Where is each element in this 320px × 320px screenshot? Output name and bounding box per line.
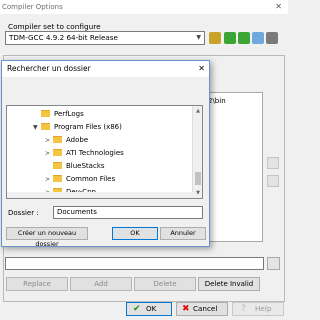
- chevron-down-icon: ▼: [33, 124, 38, 131]
- rename-icon[interactable]: [252, 32, 264, 44]
- new-folder-button[interactable]: Créer un nouveau dossier: [6, 227, 88, 248]
- help-icon: ?: [241, 304, 246, 314]
- folder-icon: [53, 162, 62, 169]
- move-down-button[interactable]: [267, 175, 279, 187]
- folder-icon: [53, 136, 62, 143]
- help-button: ? Help: [232, 302, 284, 316]
- folder-icon: [53, 175, 62, 182]
- browse-folder-icon[interactable]: [267, 257, 280, 270]
- tree-item[interactable]: > Common Files: [45, 173, 115, 185]
- delete-button[interactable]: Delete: [134, 277, 196, 291]
- move-up-button[interactable]: [267, 157, 279, 169]
- scroll-up-icon[interactable]: ▲: [193, 106, 202, 116]
- window-titlebar: Compiler Options: [0, 0, 288, 14]
- folder-input[interactable]: Documents: [53, 206, 203, 219]
- add-button[interactable]: Add: [70, 277, 132, 291]
- folder-label: Dossier :: [8, 209, 39, 217]
- compiler-set-label: Compiler set to configure: [8, 22, 101, 31]
- window-title: Compiler Options: [2, 3, 63, 11]
- chevron-right-icon: >: [45, 137, 51, 144]
- add-compiler-set-icon[interactable]: [238, 32, 250, 44]
- delete-invalid-button[interactable]: Delete Invalid: [198, 277, 260, 291]
- directory-path: 2\bin: [208, 97, 226, 105]
- folder-tree[interactable]: PerfLogs ▼ Program Files (x86) > Adobe > AT…: [6, 105, 203, 199]
- find-compilers-icon[interactable]: [209, 32, 221, 44]
- tree-item[interactable]: BlueStacks: [45, 160, 105, 172]
- directory-list[interactable]: [204, 92, 263, 242]
- tree-item[interactable]: PerfLogs: [33, 108, 84, 120]
- chevron-down-icon: ▼: [196, 34, 201, 41]
- dialog-ok-button[interactable]: OK: [112, 227, 158, 240]
- dialog-close-icon[interactable]: ✕: [198, 61, 205, 77]
- scroll-down-icon[interactable]: ▼: [193, 188, 202, 198]
- chevron-right-icon: >: [45, 150, 51, 157]
- tree-scrollbar[interactable]: ▲ ▼: [192, 106, 202, 198]
- chevron-right-icon: >: [45, 176, 51, 183]
- cancel-button[interactable]: ✖ Cancel: [176, 302, 228, 316]
- window-close-icon[interactable]: ✕: [275, 0, 282, 14]
- folder-icon: [41, 110, 50, 117]
- dialog-titlebar: Rechercher un dossier: [2, 61, 209, 77]
- ok-button[interactable]: ✔ OK: [126, 302, 172, 316]
- tree-hscrollbar[interactable]: [7, 192, 193, 198]
- cancel-icon: ✖: [182, 304, 190, 314]
- dialog-cancel-button[interactable]: Annuler: [160, 227, 206, 240]
- scroll-thumb[interactable]: [195, 172, 201, 185]
- check-icon: ✔: [133, 304, 141, 314]
- folder-icon: [41, 123, 50, 130]
- tree-item[interactable]: > Adobe: [45, 134, 88, 146]
- replace-button[interactable]: Replace: [6, 277, 68, 291]
- tree-item[interactable]: ▼ Program Files (x86): [33, 121, 122, 133]
- tree-item[interactable]: > ATI Technologies: [45, 147, 124, 159]
- directory-input[interactable]: [5, 257, 264, 270]
- folder-icon: [53, 149, 62, 156]
- dialog-title: Rechercher un dossier: [7, 64, 91, 73]
- delete-compiler-icon[interactable]: [266, 32, 278, 44]
- browse-folder-dialog: Rechercher un dossier ✕ PerfLogs ▼ Progra…: [1, 60, 210, 248]
- compiler-set-select[interactable]: TDM-GCC 4.9.2 64-bit Release ▼: [5, 31, 205, 45]
- add-compiler-icon[interactable]: [224, 32, 236, 44]
